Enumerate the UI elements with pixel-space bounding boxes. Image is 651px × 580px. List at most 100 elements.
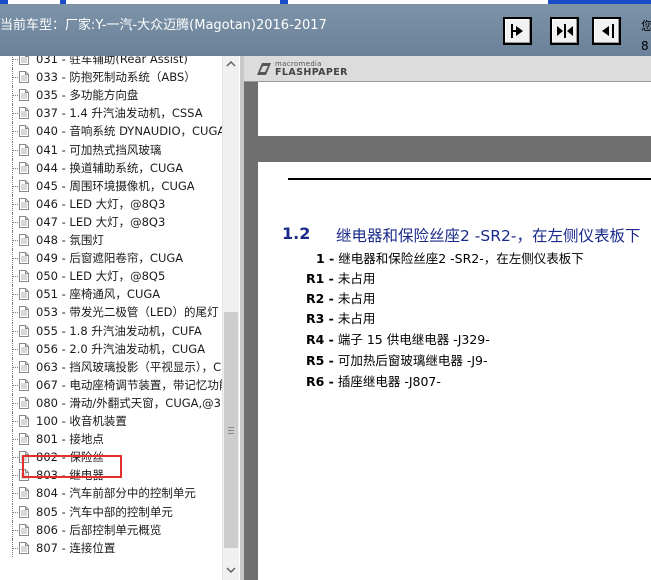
legend-item: R4 - 端子 15 供电继电器 -J329-	[306, 329, 490, 348]
tree-item[interactable]: 806 - 后部控制单元概览	[0, 520, 222, 539]
tree-item[interactable]: 040 - 音响系统 DYNAUDIO，CUGA	[0, 122, 222, 141]
legend-key: R5 -	[306, 353, 334, 368]
split-view-button[interactable]	[550, 17, 579, 45]
tree-item[interactable]: 053 - 带发光二极管（LED）的尾灯	[0, 303, 222, 322]
tree-item-label: 046 - LED 大灯，@8Q3	[36, 196, 166, 211]
tree-item[interactable]: 080 - 滑动/外翻式天窗，CUGA,@3FB	[0, 393, 222, 412]
car-model-title: 当前车型：厂家:Y-一汽-大众迈腾(Magotan)2016-2017	[0, 18, 327, 33]
chevron-down-icon	[226, 567, 236, 574]
tree-item[interactable]: 056 - 2.0 升汽油发动机，CUGA	[0, 339, 222, 358]
tree-item[interactable]: 031 - 驻车辅助(Rear Assist)	[0, 56, 222, 68]
document-icon	[19, 161, 29, 174]
legend-text: 端子 15 供电继电器 -J329-	[337, 332, 490, 347]
document-icon	[19, 378, 29, 391]
tree-item-label: 033 - 防抱死制动系统（ABS）	[36, 70, 196, 85]
page-header-rule	[288, 178, 651, 180]
tree-item[interactable]: 807 - 连接位置	[0, 538, 222, 557]
tree-item-label: 806 - 后部控制单元概览	[36, 522, 162, 537]
tree-item-label: 049 - 后窗遮阳卷帘，CUGA	[36, 251, 184, 266]
legend-text: 未占用	[337, 311, 376, 326]
first-page-button[interactable]	[503, 17, 532, 45]
tree-item-label: 063 - 挡风玻璃投影（平视显示），CUGA	[36, 359, 222, 374]
document-icon	[19, 324, 29, 337]
legend-item: 1 - 继电器和保险丝座2 -SR2-，在左侧仪表板下	[316, 248, 584, 267]
tree-item[interactable]: 047 - LED 大灯，@8Q3	[0, 212, 222, 231]
tree-item-label: 044 - 换道辅助系统，CUGA	[36, 160, 184, 175]
tree-item[interactable]: 046 - LED 大灯，@8Q3	[0, 194, 222, 213]
document-icon	[19, 71, 29, 84]
tree-item-label: 801 - 接地点	[36, 432, 104, 447]
tree-item[interactable]: 063 - 挡风玻璃投影（平视显示），CUGA	[0, 357, 222, 376]
document-icon	[19, 270, 29, 283]
section-title: 继电器和保险丝座2 -SR2-，在左侧仪表板下	[336, 227, 641, 245]
tree-item[interactable]: 037 - 1.4 升汽油发动机，CSSA	[0, 104, 222, 123]
split-arrows-icon	[557, 24, 573, 38]
logo-flashpaper: FLASHPAPER	[275, 67, 348, 78]
flashpaper-toolbar: macromedia FLASHPAPER	[244, 56, 651, 82]
tree-item[interactable]: 051 - 座椅通风，CUGA	[0, 285, 222, 304]
legend-key: R3 -	[306, 311, 334, 326]
tree-item[interactable]: 049 - 后窗遮阳卷帘，CUGA	[0, 249, 222, 268]
tree-item[interactable]: 033 - 防抱死制动系统（ABS）	[0, 68, 222, 87]
tree-item[interactable]: 801 - 接地点	[0, 430, 222, 449]
scroll-up-button[interactable]	[223, 56, 239, 72]
tree-item-label: 040 - 音响系统 DYNAUDIO，CUGA	[36, 124, 222, 139]
scroll-down-button[interactable]	[223, 562, 239, 578]
document-icon	[19, 288, 29, 301]
tree-item[interactable]: 100 - 收音机装置	[0, 412, 222, 430]
flashpaper-logo-icon	[257, 63, 271, 75]
tree-item-label: 055 - 1.8 升汽油发动机，CUFA	[36, 323, 202, 338]
legend-text: 可加热后窗玻璃继电器 -J9-	[337, 353, 488, 368]
document-icon	[19, 252, 29, 265]
tree-list: 031 - 驻车辅助(Rear Assist) 033 - 防抱死制动系统（ABS…	[0, 56, 222, 580]
scroll-thumb[interactable]	[224, 312, 238, 548]
document-icon	[19, 505, 29, 518]
tree-item[interactable]: 045 - 周围环境摄像机，CUGA	[0, 176, 222, 195]
tree-scrollbar[interactable]	[222, 56, 239, 580]
legend-text: 未占用	[337, 271, 376, 286]
tree-item-label: 804 - 汽车前部分中的控制单元	[36, 486, 196, 501]
document-icon	[19, 89, 29, 102]
tree-item-label: 048 - 氛围灯	[36, 233, 104, 247]
tree-item[interactable]: 804 - 汽车前部分中的控制单元	[0, 484, 222, 503]
tree-item-label: 080 - 滑动/外翻式天窗，CUGA,@3FB	[36, 395, 222, 410]
header-bar: 当前车型：厂家:Y-一汽-大众迈腾(Magotan)2016-2017 您8	[0, 4, 651, 56]
tree-item-label: 053 - 带发光二极管（LED）的尾灯	[36, 305, 219, 320]
legend-key: 1 -	[316, 251, 335, 266]
legend-item: R6 - 插座继电器 -J807-	[306, 371, 441, 390]
legend-key: R4 -	[306, 332, 334, 347]
legend-item: R2 - 未占用	[306, 288, 375, 307]
tree-item[interactable]: 055 - 1.8 升汽油发动机，CUFA	[0, 321, 222, 340]
tree-item-label: 035 - 多功能方向盘	[36, 88, 139, 103]
tree-item[interactable]: 044 - 换道辅助系统，CUGA	[0, 158, 222, 177]
flashpaper-logo: macromedia FLASHPAPER	[256, 60, 348, 80]
document-icon	[19, 523, 29, 536]
document-icon	[19, 541, 29, 554]
tree-item-label: 031 - 驻车辅助(Rear Assist)	[36, 56, 188, 66]
chapter-tree-panel: 031 - 驻车辅助(Rear Assist) 033 - 防抱死制动系统（ABS…	[0, 56, 240, 580]
edge-text: 您8	[641, 19, 651, 53]
tree-item[interactable]: 048 - 氛围灯	[0, 231, 222, 249]
document-icon	[19, 143, 29, 156]
legend-key: R2 -	[306, 291, 334, 306]
tree-item[interactable]: 805 - 汽车中部的控制单元	[0, 502, 222, 521]
tree-item-label: 047 - LED 大灯，@8Q3	[36, 214, 166, 229]
tree-item[interactable]: 067 - 电动座椅调节装置，带记忆功能	[0, 375, 222, 394]
legend-text: 未占用	[337, 291, 376, 306]
back-page-button[interactable]	[592, 17, 621, 45]
document-icon	[19, 107, 29, 120]
document-icon	[19, 415, 29, 427]
tree-item[interactable]: 050 - LED 大灯，@8Q5	[0, 267, 222, 286]
legend-text: 继电器和保险丝座2 -SR2-，在左侧仪表板下	[338, 251, 584, 266]
tree-item-label: 037 - 1.4 升汽油发动机，CSSA	[36, 106, 203, 121]
legend-item: R5 - 可加热后窗玻璃继电器 -J9-	[306, 350, 488, 369]
tree-item-label: 041 - 可加热式挡风玻璃	[36, 142, 162, 157]
arrow-left-bar-icon	[602, 24, 614, 38]
selected-item-highlight	[22, 455, 122, 478]
document-icon	[19, 306, 29, 319]
legend-text: 插座继电器 -J807-	[337, 374, 441, 389]
tree-item[interactable]: 035 - 多功能方向盘	[0, 86, 222, 105]
chevron-up-icon	[226, 60, 236, 67]
tree-item-label: 056 - 2.0 升汽油发动机，CUGA	[36, 341, 206, 356]
tree-item[interactable]: 041 - 可加热式挡风玻璃	[0, 140, 222, 159]
